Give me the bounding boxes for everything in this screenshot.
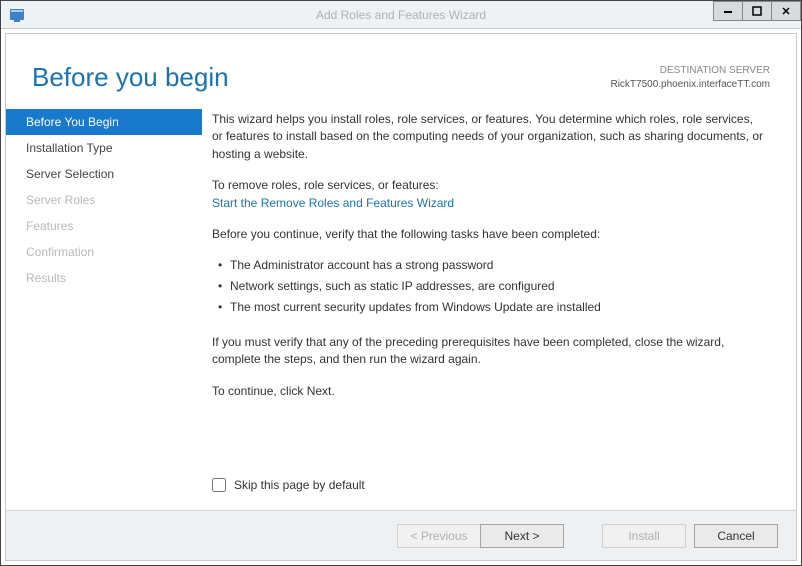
- close-button[interactable]: [771, 1, 801, 21]
- sidebar-item-before-you-begin[interactable]: Before You Begin: [6, 109, 202, 135]
- window-controls: [714, 1, 801, 21]
- destination-info: DESTINATION SERVER RickT7500.phoenix.int…: [610, 62, 770, 92]
- verify-close-text: If you must verify that any of the prece…: [212, 334, 766, 369]
- nav-button-group: < Previous Next >: [397, 524, 564, 548]
- next-button[interactable]: Next >: [480, 524, 564, 548]
- cancel-button[interactable]: Cancel: [694, 524, 778, 548]
- footer: < Previous Next > Install Cancel: [6, 510, 796, 560]
- wizard-window: Add Roles and Features Wizard Before you…: [0, 0, 802, 566]
- content-frame: Before you begin DESTINATION SERVER Rick…: [5, 33, 797, 561]
- continue-text: To continue, click Next.: [212, 383, 766, 400]
- list-item: The most current security updates from W…: [218, 299, 766, 316]
- sidebar-item-features: Features: [6, 213, 202, 239]
- intro-text: This wizard helps you install roles, rol…: [212, 111, 766, 163]
- sidebar-item-results: Results: [6, 265, 202, 291]
- body-region: Before You Begin Installation Type Serve…: [6, 101, 796, 510]
- sidebar-item-confirmation: Confirmation: [6, 239, 202, 265]
- remove-section: To remove roles, role services, or featu…: [212, 177, 766, 212]
- skip-checkbox[interactable]: [212, 478, 226, 492]
- skip-label: Skip this page by default: [234, 478, 365, 492]
- prerequisite-list: The Administrator account has a strong p…: [218, 257, 766, 319]
- main-content: This wizard helps you install roles, rol…: [202, 101, 796, 510]
- remove-roles-link[interactable]: Start the Remove Roles and Features Wiza…: [212, 195, 766, 212]
- destination-label: DESTINATION SERVER: [610, 64, 770, 78]
- header-region: Before you begin DESTINATION SERVER Rick…: [6, 34, 796, 101]
- sidebar-item-server-selection[interactable]: Server Selection: [6, 161, 202, 187]
- destination-name: RickT7500.phoenix.interfaceTT.com: [610, 78, 770, 92]
- app-icon: [7, 5, 27, 25]
- page-title: Before you begin: [32, 62, 229, 93]
- sidebar-item-server-roles: Server Roles: [6, 187, 202, 213]
- window-body: Before you begin DESTINATION SERVER Rick…: [1, 29, 801, 565]
- sidebar-item-installation-type[interactable]: Installation Type: [6, 135, 202, 161]
- maximize-button[interactable]: [742, 1, 772, 21]
- skip-row: Skip this page by default: [212, 478, 766, 502]
- remove-label: To remove roles, role services, or featu…: [212, 177, 766, 194]
- sidebar: Before You Begin Installation Type Serve…: [6, 101, 202, 510]
- window-title: Add Roles and Features Wizard: [316, 8, 486, 22]
- minimize-button[interactable]: [713, 1, 743, 21]
- titlebar: Add Roles and Features Wizard: [1, 1, 801, 29]
- install-button: Install: [602, 524, 686, 548]
- verify-intro: Before you continue, verify that the fol…: [212, 226, 766, 243]
- list-item: Network settings, such as static IP addr…: [218, 278, 766, 295]
- previous-button: < Previous: [397, 524, 481, 548]
- list-item: The Administrator account has a strong p…: [218, 257, 766, 274]
